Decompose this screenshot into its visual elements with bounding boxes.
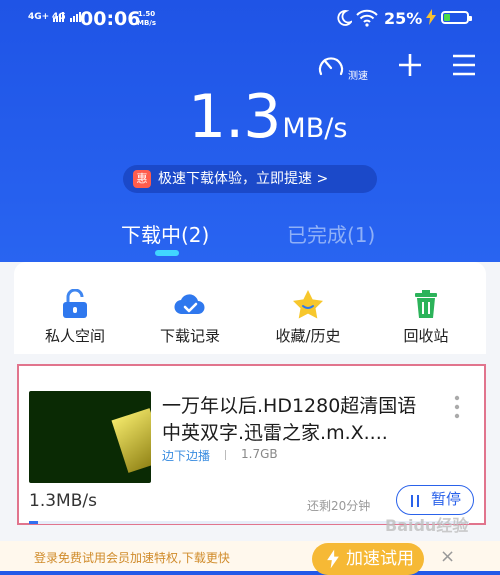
discount-badge: 惠 — [133, 170, 151, 188]
current-speed-display: 1.3MB/s — [188, 82, 347, 152]
battery-percent: 25% — [384, 9, 423, 28]
download-item-card[interactable]: 一万年以后.HD1280超清国语中英双字.迅雷之家.m.X.... 边下边播 1… — [17, 364, 486, 525]
download-speed: 1.3MB/s — [29, 491, 97, 511]
pause-button[interactable]: 暂停 — [396, 485, 474, 515]
video-thumbnail — [29, 391, 151, 483]
quick-action-label: 下载记录 — [159, 327, 220, 345]
member-trial-banner: 登录免费试用会员加速特权,下载更快 加速试用 × — [0, 541, 500, 575]
network-speed-unit: MB/s — [137, 19, 157, 27]
tab-downloading[interactable]: 下载中(2) — [121, 219, 209, 248]
quick-action-label: 收藏/历史 — [275, 327, 341, 345]
sim2-network-label: 4G — [52, 12, 66, 22]
wifi-icon — [356, 9, 378, 27]
speed-boost-promo[interactable]: 惠 极速下载体验，立即提速 > — [123, 165, 377, 193]
clock: 00:06 — [80, 8, 141, 30]
speed-value: 1.3 — [188, 82, 281, 152]
speed-test-button[interactable]: 测速 — [314, 50, 374, 84]
moon-icon — [337, 10, 352, 26]
speed-unit: MB/s — [282, 113, 348, 144]
speedometer-icon — [318, 57, 344, 76]
active-tab-indicator — [155, 250, 179, 256]
pause-label: 暂停 — [431, 490, 462, 508]
lock-icon — [63, 289, 87, 318]
content-area: 私人空间 下载记录 收藏/历史 回收站 一万年以后.HD1280超清国语中英双字… — [0, 262, 500, 575]
speed-trial-label: 加速试用 — [346, 549, 414, 569]
star-icon — [293, 290, 323, 319]
download-title: 一万年以后.HD1280超清国语中英双字.迅雷之家.m.X.... — [162, 395, 417, 444]
download-progress-fill — [29, 521, 38, 524]
network-speed: 1.50 MB/s — [137, 10, 156, 28]
quick-action-label: 私人空间 — [44, 327, 105, 345]
film-strip-image — [111, 408, 151, 473]
watermark: Baidu经验 — [385, 516, 469, 535]
quick-action-label: 回收站 — [403, 327, 449, 345]
divider — [225, 450, 226, 460]
speed-trial-button[interactable]: 加速试用 — [312, 543, 424, 575]
close-icon[interactable]: × — [440, 546, 455, 567]
trial-banner-text: 登录免费试用会员加速特权,下载更快 — [34, 551, 230, 565]
trash-icon — [415, 290, 437, 318]
lightning-icon — [327, 549, 339, 569]
tab-completed[interactable]: 已完成(1) — [287, 219, 375, 248]
file-size: 1.7GB — [241, 447, 278, 461]
play-while-downloading-link[interactable]: 边下边播 — [162, 447, 210, 464]
menu-icon[interactable] — [451, 52, 477, 78]
plus-icon[interactable] — [397, 52, 423, 78]
charging-icon — [426, 9, 436, 25]
promo-text: 极速下载体验，立即提速 > — [158, 171, 329, 187]
speed-test-label: 测速 — [348, 71, 368, 82]
status-bar: 4G+ 4G 00:06 1.50 MB/s 25% — [0, 0, 500, 38]
battery-icon — [441, 11, 472, 24]
pause-icon — [411, 495, 419, 507]
cloud-check-icon — [174, 294, 205, 315]
sim1-network-label: 4G+ — [28, 12, 50, 22]
more-options-icon[interactable] — [453, 395, 461, 419]
network-speed-value: 1.50 — [137, 10, 156, 18]
signal-icon: 4G — [52, 12, 82, 22]
time-remaining: 还剩20分钟 — [307, 499, 371, 513]
